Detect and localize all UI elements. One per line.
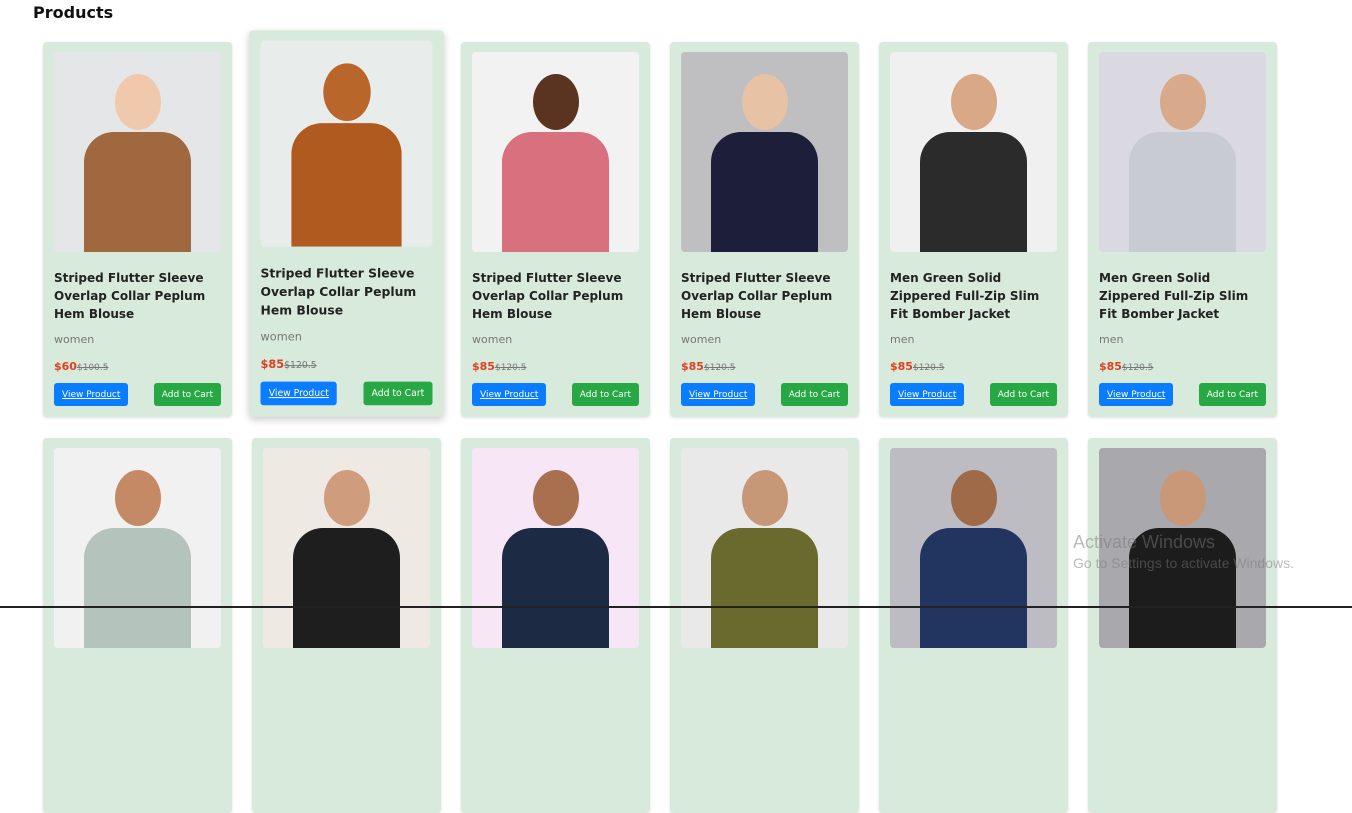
- product-title[interactable]: Striped Flutter Sleeve Overlap Collar Pe…: [472, 269, 639, 323]
- product-card[interactable]: [879, 438, 1068, 813]
- product-figure: [84, 528, 191, 648]
- product-card[interactable]: [252, 438, 441, 813]
- product-card[interactable]: [670, 438, 859, 813]
- current-price: $60: [54, 360, 77, 373]
- old-price: $120.5: [1121, 363, 1154, 373]
- product-image[interactable]: [890, 52, 1057, 252]
- add-to-cart-button[interactable]: Add to Cart: [153, 383, 221, 406]
- product-image[interactable]: [681, 52, 848, 252]
- current-price: $85: [260, 357, 285, 372]
- product-image[interactable]: [54, 52, 221, 252]
- product-title[interactable]: Striped Flutter Sleeve Overlap Collar Pe…: [681, 269, 848, 323]
- product-card[interactable]: Striped Flutter Sleeve Overlap Collar Pe…: [43, 42, 232, 417]
- product-price: $85$120.5: [260, 358, 432, 371]
- product-figure: [293, 528, 400, 648]
- product-figure-head: [741, 74, 788, 130]
- product-figure-head: [950, 470, 997, 526]
- product-price: $85$120.5: [890, 360, 1057, 373]
- product-image[interactable]: [1099, 52, 1266, 252]
- product-category: women: [681, 333, 722, 346]
- product-grid: Striped Flutter Sleeve Overlap Collar Pe…: [43, 30, 1277, 813]
- product-category: women: [54, 333, 95, 346]
- old-price: $120.5: [912, 363, 945, 373]
- product-image[interactable]: [263, 448, 430, 648]
- windows-watermark: Activate Windows Go to Settings to activ…: [1073, 532, 1294, 571]
- add-to-cart-button[interactable]: Add to Cart: [571, 383, 639, 406]
- view-product-button[interactable]: View Product: [681, 383, 756, 406]
- product-image[interactable]: [472, 52, 639, 252]
- product-card[interactable]: Men Green Solid Zippered Full-Zip Slim F…: [1088, 42, 1277, 417]
- view-product-button[interactable]: View Product: [472, 383, 547, 406]
- view-product-button[interactable]: View Product: [890, 383, 965, 406]
- current-price: $85: [1099, 360, 1122, 373]
- view-product-button[interactable]: View Product: [54, 383, 129, 406]
- product-figure: [711, 132, 818, 252]
- product-card[interactable]: [43, 438, 232, 813]
- product-category: women: [472, 333, 513, 346]
- product-figure-head: [323, 470, 370, 526]
- product-price: $85$120.5: [1099, 360, 1266, 373]
- old-price: $100.5: [76, 363, 109, 373]
- product-title[interactable]: Striped Flutter Sleeve Overlap Collar Pe…: [54, 269, 221, 323]
- product-price: $85$120.5: [472, 360, 639, 373]
- watermark-subtitle: Go to Settings to activate Windows.: [1073, 555, 1294, 571]
- current-price: $85: [472, 360, 495, 373]
- add-to-cart-button[interactable]: Add to Cart: [780, 383, 848, 406]
- old-price: $120.5: [703, 363, 736, 373]
- product-card[interactable]: Striped Flutter Sleeve Overlap Collar Pe…: [670, 42, 859, 417]
- current-price: $85: [890, 360, 913, 373]
- product-figure: [291, 123, 402, 247]
- product-title[interactable]: Men Green Solid Zippered Full-Zip Slim F…: [890, 269, 1057, 323]
- product-figure-head: [950, 74, 997, 130]
- product-image[interactable]: [681, 448, 848, 648]
- product-figure-head: [741, 470, 788, 526]
- current-price: $85: [681, 360, 704, 373]
- old-price: $120.5: [494, 363, 527, 373]
- product-card[interactable]: [461, 438, 650, 813]
- add-to-cart-button[interactable]: Add to Cart: [1198, 383, 1266, 406]
- product-card[interactable]: Men Green Solid Zippered Full-Zip Slim F…: [879, 42, 1068, 417]
- add-to-cart-button[interactable]: Add to Cart: [989, 383, 1057, 406]
- product-category: men: [1099, 333, 1124, 346]
- product-price: $60$100.5: [54, 360, 221, 373]
- product-card[interactable]: [1088, 438, 1277, 813]
- product-image[interactable]: [890, 448, 1057, 648]
- add-to-cart-button[interactable]: Add to Cart: [363, 381, 433, 406]
- view-product-button[interactable]: View Product: [1099, 383, 1174, 406]
- product-image[interactable]: [54, 448, 221, 648]
- product-figure-head: [1159, 74, 1206, 130]
- product-title[interactable]: Striped Flutter Sleeve Overlap Collar Pe…: [260, 264, 432, 320]
- product-figure-head: [1159, 470, 1206, 526]
- product-figure-head: [322, 63, 371, 122]
- product-figure-head: [532, 470, 579, 526]
- product-figure: [920, 132, 1027, 252]
- product-figure: [502, 132, 609, 252]
- product-price: $85$120.5: [681, 360, 848, 373]
- product-figure: [502, 528, 609, 648]
- product-category: women: [260, 330, 302, 344]
- product-image[interactable]: [260, 40, 433, 247]
- view-product-button[interactable]: View Product: [260, 381, 338, 406]
- product-image[interactable]: [472, 448, 639, 648]
- product-figure: [920, 528, 1027, 648]
- product-card[interactable]: Striped Flutter Sleeve Overlap Collar Pe…: [249, 30, 444, 417]
- watermark-title: Activate Windows: [1073, 532, 1216, 552]
- product-figure-head: [532, 74, 579, 130]
- product-figure-head: [114, 74, 161, 130]
- product-category: men: [890, 333, 915, 346]
- product-figure: [1129, 132, 1236, 252]
- product-card[interactable]: Striped Flutter Sleeve Overlap Collar Pe…: [461, 42, 650, 417]
- old-price: $120.5: [284, 361, 317, 372]
- product-figure-head: [114, 470, 161, 526]
- page-title: Products: [33, 3, 114, 22]
- product-title[interactable]: Men Green Solid Zippered Full-Zip Slim F…: [1099, 269, 1266, 323]
- product-figure: [84, 132, 191, 252]
- product-figure: [711, 528, 818, 648]
